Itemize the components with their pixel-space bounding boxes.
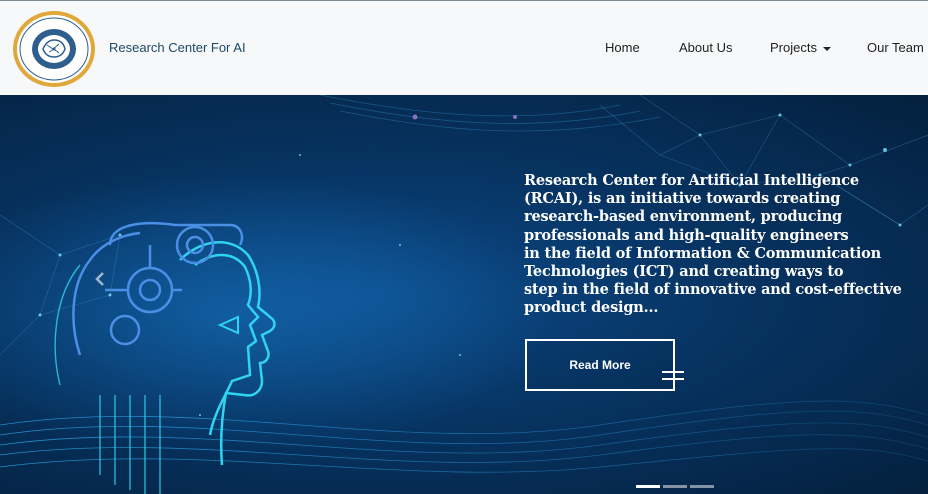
nav-our-team[interactable]: Our Team [867,40,924,55]
nav-about-us[interactable]: About Us [679,40,732,55]
read-more-button[interactable]: Read More [525,339,675,391]
chevron-left-icon [95,272,104,286]
nav-home[interactable]: Home [605,40,640,55]
nav-projects[interactable]: Projects [770,40,831,55]
carousel-indicator-1[interactable] [636,485,660,488]
brand-name[interactable]: Research Center For AI [109,40,246,55]
hero-carousel: Research Center for Artificial Intellige… [0,95,928,494]
carousel-indicator-2[interactable] [663,485,687,488]
carousel-prev-button[interactable] [92,267,108,291]
top-navbar: Research Center For AI Home About Us Pro… [0,0,928,95]
carousel-indicator-3[interactable] [690,485,714,488]
hero-description: Research Center for Artificial Intellige… [524,172,902,317]
nav-projects-label: Projects [770,40,817,55]
research-center-logo-icon[interactable] [11,9,97,89]
caret-down-icon [822,46,831,51]
hamburger-menu-icon[interactable] [662,368,684,384]
